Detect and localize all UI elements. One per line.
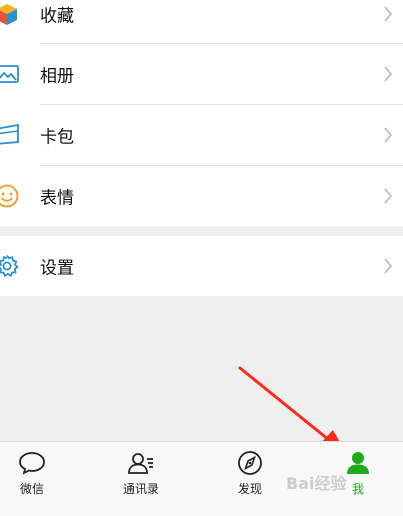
bottom-tab-bar: 微信 通讯录 发现 我 Bai经验	[0, 441, 403, 503]
contacts-icon	[128, 453, 153, 474]
tab-label: 通讯录	[122, 482, 159, 496]
annotation-arrow	[238, 366, 348, 456]
bottom-strip	[0, 503, 403, 516]
tab-contacts[interactable]: 通讯录	[110, 442, 172, 503]
tab-discover[interactable]: 发现	[220, 442, 280, 503]
tab-label: 微信	[19, 482, 44, 496]
chat-bubble-icon	[19, 452, 45, 475]
compass-icon	[238, 451, 262, 475]
watermark: Bai经验	[286, 474, 347, 493]
person-icon	[347, 452, 369, 474]
tab-label: 发现	[237, 482, 262, 496]
tab-chats[interactable]: 微信	[2, 442, 62, 503]
